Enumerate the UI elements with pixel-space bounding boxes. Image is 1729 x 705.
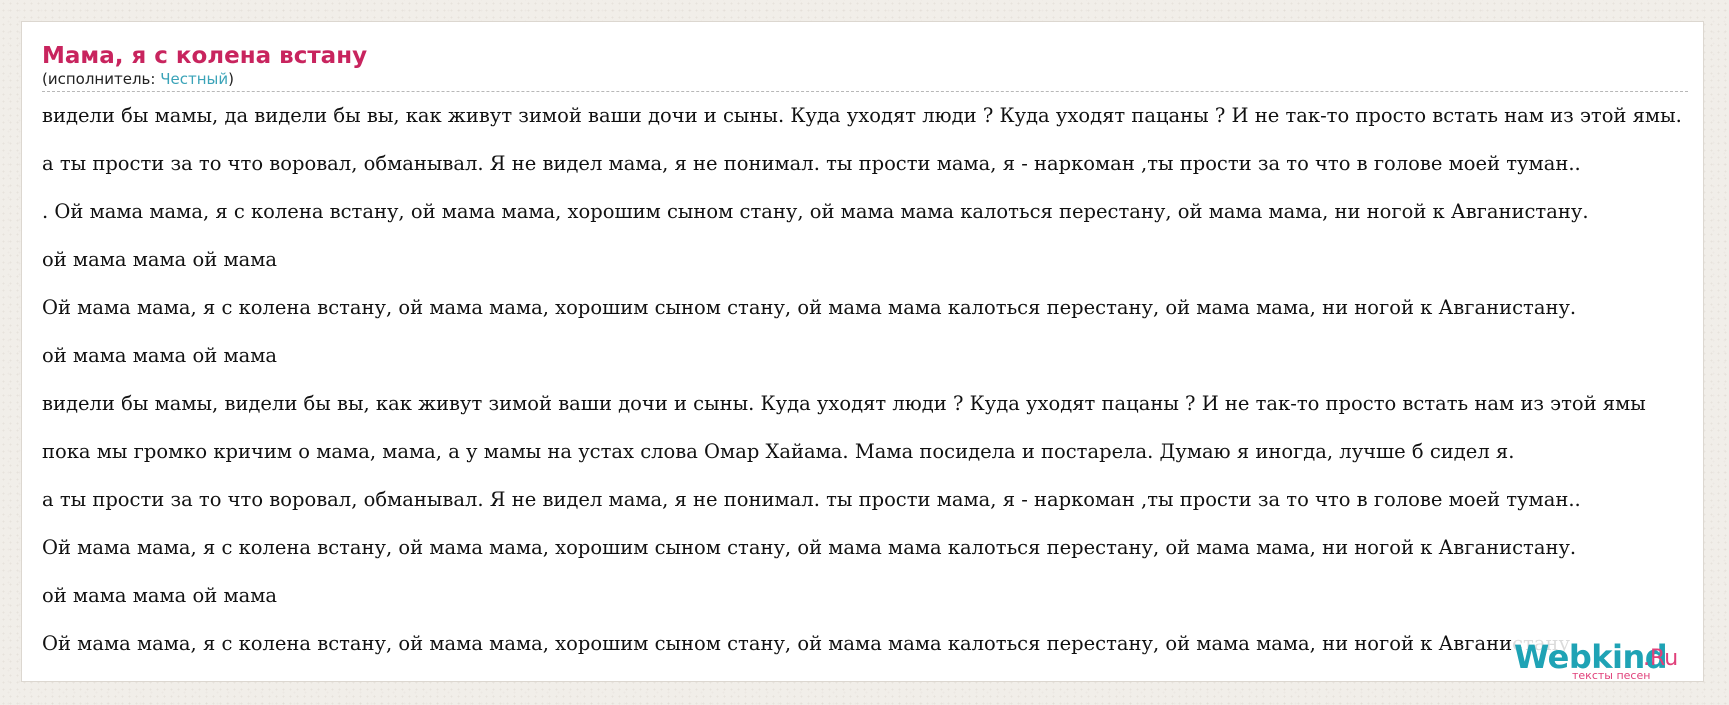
lyric-line: . Ой мама мама, я с колена встану, ой ма…: [42, 200, 1589, 223]
lyric-line: Ой мама мама, я с колена встану, ой мама…: [42, 296, 1577, 319]
lyric-line: ой мама мама ой мама: [42, 248, 278, 271]
webkind-logo[interactable]: Webkind .Ru тексты песен: [1512, 638, 1682, 682]
logo-tagline: тексты песен: [1572, 669, 1651, 682]
lyric-line: пока мы громко кричим о мама, мама, а у …: [42, 440, 1515, 463]
lyric-line: а ты прости за то что воровал, обманывал…: [42, 152, 1581, 175]
lyric-line: ой мама мама ой мама: [42, 584, 278, 607]
song-header: Мама, я с колена встану (исполнитель: Че…: [42, 42, 1688, 92]
artist-prefix: (исполнитель:: [42, 70, 161, 88]
lyric-line: Ой мама мама, я с колена встану, ой мама…: [42, 632, 1577, 655]
artist-link[interactable]: Честный: [160, 70, 228, 88]
lyrics-card: Мама, я с колена встану (исполнитель: Че…: [21, 21, 1704, 682]
lyric-line: а ты прости за то что воровал, обманывал…: [42, 488, 1581, 511]
artist-suffix: ): [228, 70, 234, 88]
artist-line: (исполнитель: Честный): [42, 70, 1688, 88]
lyrics-body: видели бы мамы, да видели бы вы, как жив…: [42, 92, 1703, 668]
lyric-line: Ой мама мама, я с колена встану, ой мама…: [42, 536, 1577, 559]
lyric-line: ой мама мама ой мама: [42, 344, 278, 367]
song-title: Мама, я с колена встану: [42, 43, 368, 69]
lyric-line: видели бы мамы, видели бы вы, как живут …: [42, 392, 1646, 415]
lyric-line: видели бы мамы, да видели бы вы, как жив…: [42, 104, 1682, 127]
